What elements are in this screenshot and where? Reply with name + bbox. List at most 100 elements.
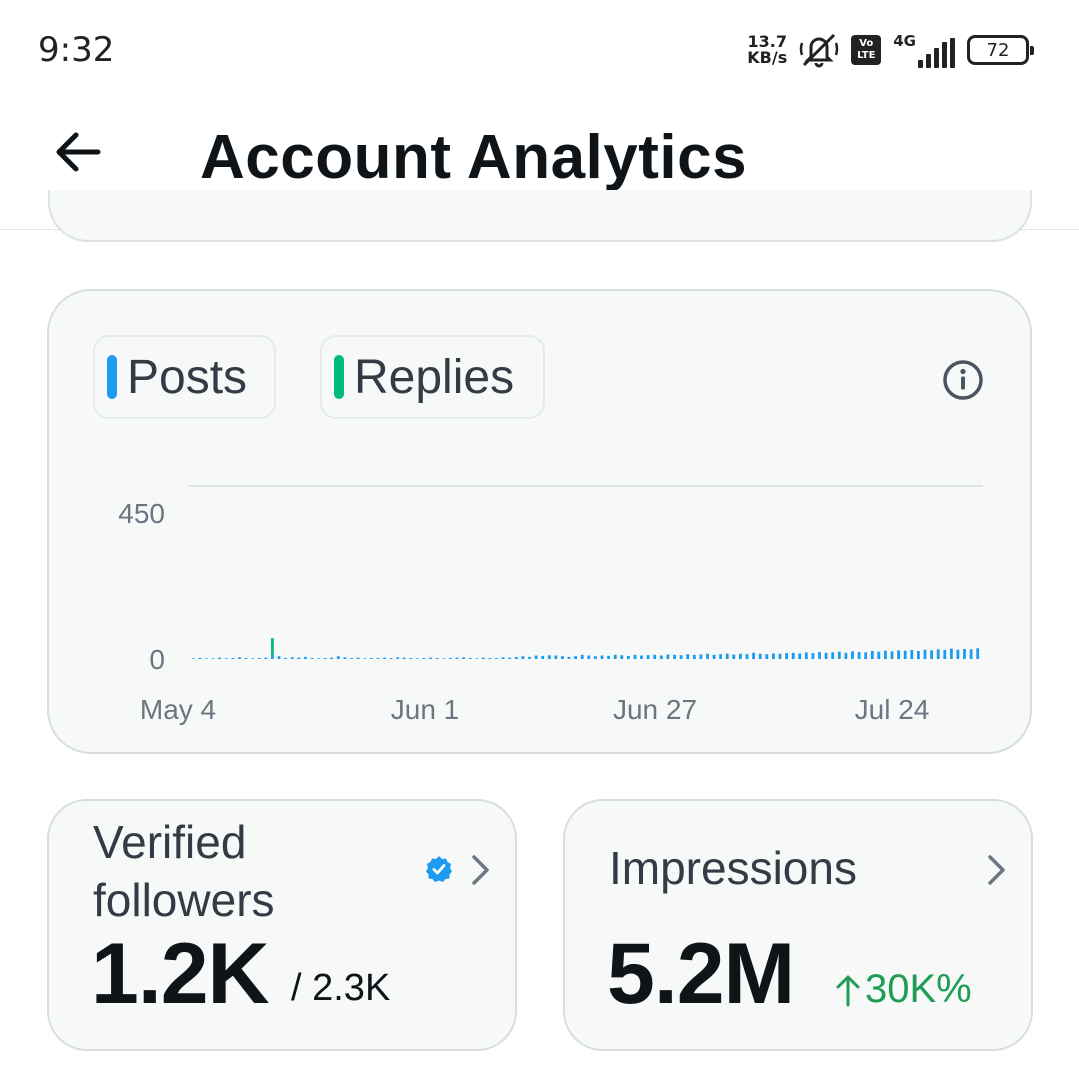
posts-bar [633,654,637,659]
posts-bar [640,655,643,659]
signal-bar [942,42,947,68]
x-tick-jul-24: Jul 24 [855,694,930,725]
posts-bar [244,658,248,659]
posts-bar [475,658,479,659]
posts-bar [416,658,419,659]
posts-bar [310,658,314,659]
posts-bar [336,656,340,659]
posts-bar [198,658,202,659]
posts-bar [567,656,571,659]
posts-bar [739,653,742,659]
posts-bar [818,652,821,659]
posts-bar [950,648,953,659]
posts-bar [521,656,525,659]
posts-bar [369,658,373,659]
posts-bar [798,653,802,659]
posts-bar [673,654,676,659]
posts-bar [785,653,788,659]
status-bar: 9:32 13.7 KB/s Vo LTE 4G 72 [0,0,1079,100]
posts-bar [224,658,228,659]
posts-bar [765,654,769,659]
posts-bar [297,657,301,659]
posts-bar [857,652,861,659]
back-button[interactable] [48,122,108,182]
posts-bar [442,658,446,659]
network-speed: 13.7 KB/s [747,34,787,66]
network-speed-unit: KB/s [747,48,788,67]
posts-bar [468,658,472,659]
impressions-card[interactable]: Impressions 5.2M 30K% [563,799,1033,1051]
posts-bar [646,655,650,659]
posts-bar [191,658,195,659]
bell-off-icon [800,33,839,68]
posts-bar [205,658,208,659]
y-tick-0: 0 [149,644,165,675]
posts-bar [481,657,485,659]
posts-bar [712,654,716,659]
posts-bar [732,654,736,659]
posts-bar [870,651,874,659]
posts-bar [811,653,815,659]
posts-bar [514,656,518,659]
posts-bar [791,652,795,659]
x-tick-jun-27: Jun 27 [613,694,697,725]
posts-bar [231,658,235,659]
posts-bar [699,654,703,659]
status-icons: 13.7 KB/s Vo LTE 4G 72 [747,30,1034,70]
posts-bar [211,658,215,659]
posts-bar [462,657,465,659]
posts-bar [376,658,380,659]
status-time: 9:32 [38,30,115,70]
posts-bar [323,658,327,659]
followers-total: / 2.3K [291,967,391,1009]
posts-bar [725,653,729,659]
posts-bar [277,656,281,659]
posts-bar [719,654,722,659]
signal-bars [918,38,955,68]
chart-bars [191,638,980,659]
posts-bar [264,657,268,659]
posts-bar [251,658,254,659]
verified-followers-label: Verified followers [93,816,275,926]
posts-bar [930,650,933,659]
verified-followers-value: 1.2K [91,926,270,1022]
posts-bar [653,654,657,659]
y-tick-450: 450 [118,498,165,529]
posts-bar [580,654,584,659]
chevron-right-icon [472,855,489,885]
posts-bar [613,654,617,659]
posts-bar [745,654,749,659]
impressions-value: 5.2M [607,926,795,1022]
posts-bar [495,658,498,659]
posts-bar [330,657,334,659]
posts-bar [422,658,426,659]
posts-bar [389,658,393,659]
posts-bar [238,657,241,659]
posts-bar [824,652,828,659]
posts-bar [449,658,452,659]
signal-icon: 4G [893,32,955,68]
posts-bar [831,652,835,659]
volte-top: Vo [859,38,874,49]
posts-bar [844,652,848,659]
posts-bar [903,650,907,659]
posts-bar [963,649,966,659]
posts-bar [607,655,610,659]
signal-bar [926,54,931,68]
volte-icon: Vo LTE [851,35,882,65]
verified-badge-icon [426,856,452,882]
verified-followers-card[interactable]: Verified followers 1.2K / 2.3K [47,799,517,1051]
posts-bar [304,656,307,659]
posts-bar [356,657,360,659]
arrow-up-icon [836,975,860,1006]
posts-bar [547,655,551,659]
posts-bar [600,655,604,659]
posts-bar [218,657,222,659]
posts-bar [772,653,775,659]
posts-bar [936,649,940,659]
impressions-label: Impressions [609,842,857,894]
signal-bar [950,38,955,68]
posts-bar [758,653,762,659]
posts-bar [257,658,261,659]
page-title: Account Analytics [200,123,748,192]
